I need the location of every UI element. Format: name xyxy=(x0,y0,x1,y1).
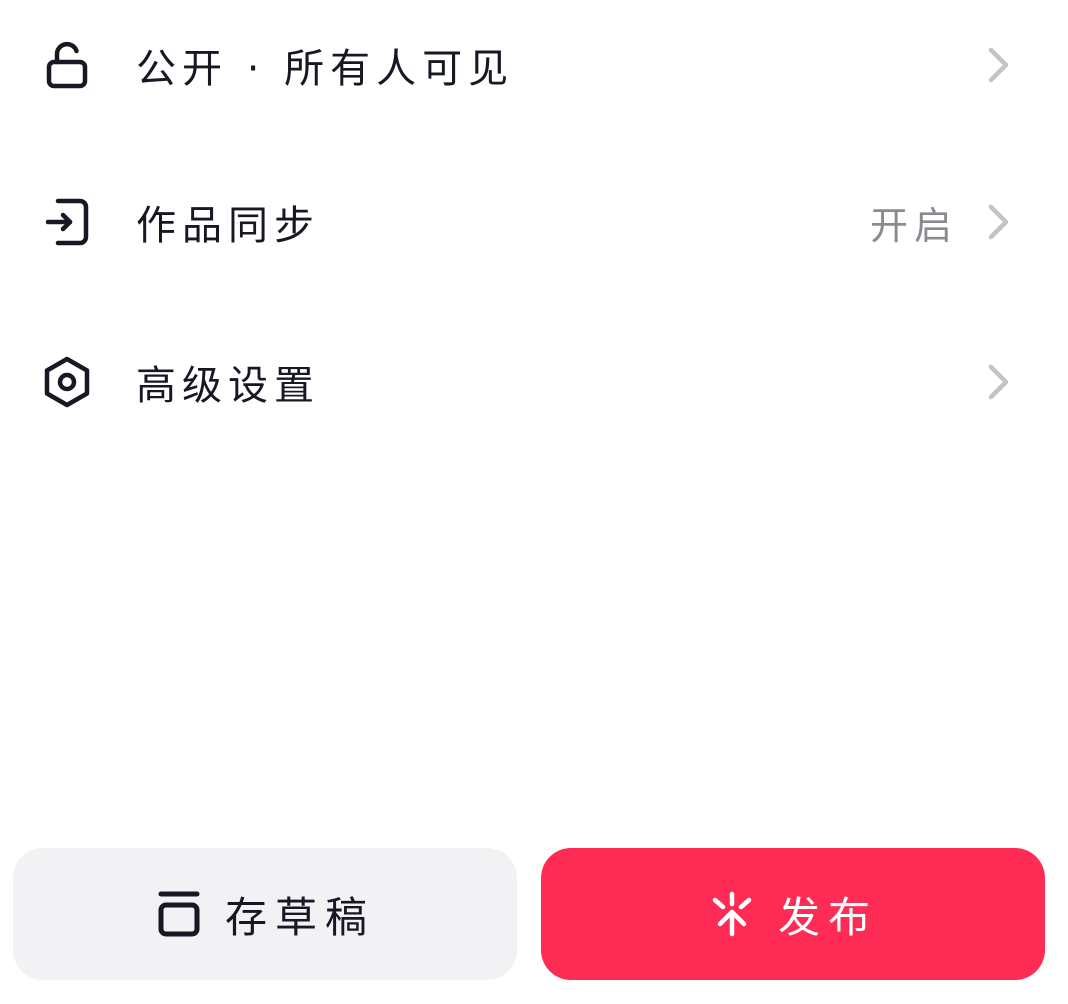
unlock-icon xyxy=(40,38,94,92)
sync-value: 开启 xyxy=(869,203,958,248)
privacy-row[interactable]: 公开 · 所有人可见 xyxy=(0,10,1068,120)
bottom-action-bar: 存草稿 发布 xyxy=(0,848,1068,982)
publish-settings-page: 公开 · 所有人可见 作品同步 开启 高级设置 存草稿 发布 xyxy=(0,0,1068,1004)
publish-button[interactable]: 发布 xyxy=(541,848,1045,980)
advanced-settings-label: 高级设置 xyxy=(136,363,320,409)
chevron-right-icon xyxy=(984,45,1014,85)
sync-login-icon xyxy=(40,195,94,249)
save-draft-label: 存草稿 xyxy=(224,892,375,942)
save-draft-button[interactable]: 存草稿 xyxy=(13,848,517,980)
privacy-label: 公开 · 所有人可见 xyxy=(136,46,515,92)
hexagon-settings-icon xyxy=(40,355,94,409)
sync-label: 作品同步 xyxy=(136,203,320,249)
advanced-settings-row[interactable]: 高级设置 xyxy=(0,327,1068,437)
chevron-right-icon xyxy=(984,362,1014,402)
sparkle-arrow-icon xyxy=(708,888,756,940)
draft-box-icon xyxy=(155,888,203,940)
sync-row[interactable]: 作品同步 开启 xyxy=(0,167,1068,277)
publish-label: 发布 xyxy=(777,892,878,942)
chevron-right-icon xyxy=(984,202,1014,242)
